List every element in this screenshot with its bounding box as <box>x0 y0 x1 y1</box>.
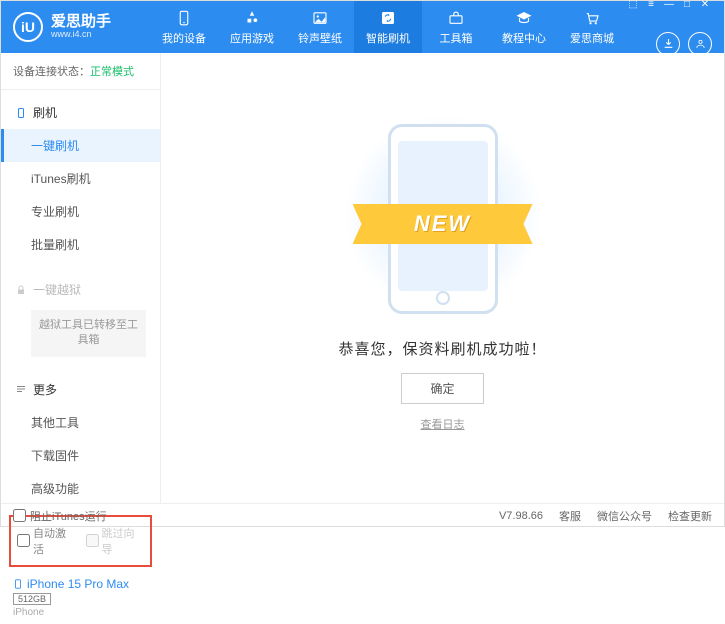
phone-icon <box>13 578 23 590</box>
toolbox-icon <box>446 8 466 28</box>
sidebar: 设备连接状态：正常模式 刷机 一键刷机 iTunes刷机 专业刷机 批量刷机 一… <box>1 53 161 503</box>
skip-guide-checkbox[interactable]: 跳过向导 <box>86 525 145 557</box>
sidebar-item-itunes[interactable]: iTunes刷机 <box>1 162 160 195</box>
new-ribbon: NEW <box>353 204 533 244</box>
nav-label: 工具箱 <box>440 30 473 46</box>
checkbox-label: 跳过向导 <box>102 525 145 557</box>
graduation-icon <box>514 8 534 28</box>
theme-icon[interactable]: ⬚ <box>626 0 640 10</box>
success-graphic: NEW <box>373 124 513 324</box>
sidebar-flash-header[interactable]: 刷机 <box>1 96 160 129</box>
device-name: iPhone 15 Pro Max <box>13 577 148 591</box>
nav-smart-flash[interactable]: 智能刷机 <box>354 1 422 53</box>
nav-toolbox[interactable]: 工具箱 <box>422 1 490 53</box>
nav-label: 铃声壁纸 <box>298 30 342 46</box>
refresh-icon <box>378 8 398 28</box>
close-button[interactable]: ✕ <box>698 0 712 10</box>
device-info[interactable]: iPhone 15 Pro Max 512GB iPhone <box>1 571 160 624</box>
nav-apps[interactable]: 应用游戏 <box>218 1 286 53</box>
sidebar-header-label: 更多 <box>33 381 57 398</box>
apps-icon <box>242 8 262 28</box>
sidebar-item-batch[interactable]: 批量刷机 <box>1 228 160 261</box>
footer-update-link[interactable]: 检查更新 <box>668 508 712 524</box>
block-itunes-checkbox[interactable]: 阻止iTunes运行 <box>13 508 107 524</box>
nav-ringtones[interactable]: 铃声壁纸 <box>286 1 354 53</box>
app-url: www.i4.cn <box>51 30 111 40</box>
checkbox-label: 自动激活 <box>33 525 76 557</box>
logo-area: iU 爱思助手 www.i4.cn <box>13 12 150 42</box>
status-label: 设备连接状态： <box>13 66 90 78</box>
sidebar-header-label: 一键越狱 <box>33 281 81 298</box>
sidebar-header-label: 刷机 <box>33 104 57 121</box>
device-type: iPhone <box>13 607 148 618</box>
sidebar-item-download[interactable]: 下载固件 <box>1 439 160 472</box>
ok-button[interactable]: 确定 <box>401 373 483 404</box>
sidebar-jailbreak-header: 一键越狱 <box>1 273 160 306</box>
cart-icon <box>582 8 602 28</box>
nav-store[interactable]: 爱思商城 <box>558 1 626 53</box>
sidebar-item-advanced[interactable]: 高级功能 <box>1 472 160 505</box>
sidebar-item-pro[interactable]: 专业刷机 <box>1 195 160 228</box>
view-log-link[interactable]: 查看日志 <box>421 416 465 432</box>
flash-icon <box>15 107 27 119</box>
nav-label: 爱思商城 <box>570 30 614 46</box>
auto-activate-checkbox[interactable]: 自动激活 <box>17 525 76 557</box>
maximize-button[interactable]: □ <box>680 0 694 10</box>
more-icon <box>15 383 27 395</box>
success-message: 恭喜您，保资料刷机成功啦！ <box>338 338 546 359</box>
top-nav: 我的设备 应用游戏 铃声壁纸 智能刷机 工具箱 教程中心 爱思商城 <box>150 1 626 53</box>
user-button[interactable] <box>688 32 712 56</box>
main-content: NEW 恭喜您，保资料刷机成功啦！ 确定 查看日志 <box>161 53 724 503</box>
nav-tutorials[interactable]: 教程中心 <box>490 1 558 53</box>
app-name: 爱思助手 <box>51 14 111 31</box>
nav-label: 智能刷机 <box>366 30 410 46</box>
logo-icon: iU <box>13 12 43 42</box>
phone-icon <box>174 8 194 28</box>
sidebar-more-header[interactable]: 更多 <box>1 373 160 406</box>
lock-icon <box>15 284 27 296</box>
sidebar-item-oneclick[interactable]: 一键刷机 <box>1 129 160 162</box>
download-button[interactable] <box>656 32 680 56</box>
checkbox-label: 阻止iTunes运行 <box>30 508 107 524</box>
nav-my-device[interactable]: 我的设备 <box>150 1 218 53</box>
picture-icon <box>310 8 330 28</box>
nav-label: 教程中心 <box>502 30 546 46</box>
menu-icon[interactable]: ≡ <box>644 0 658 10</box>
minimize-button[interactable]: — <box>662 0 676 10</box>
storage-badge: 512GB <box>13 593 51 605</box>
nav-label: 应用游戏 <box>230 30 274 46</box>
version-text: V7.98.66 <box>499 510 543 522</box>
footer-support-link[interactable]: 客服 <box>559 508 581 524</box>
connection-status: 设备连接状态：正常模式 <box>1 53 160 90</box>
nav-label: 我的设备 <box>162 30 206 46</box>
sidebar-item-other[interactable]: 其他工具 <box>1 406 160 439</box>
jailbreak-note: 越狱工具已转移至工具箱 <box>31 310 146 357</box>
titlebar: iU 爱思助手 www.i4.cn 我的设备 应用游戏 铃声壁纸 智能刷机 工具… <box>1 1 724 53</box>
status-value: 正常模式 <box>90 66 134 78</box>
footer-wechat-link[interactable]: 微信公众号 <box>597 508 652 524</box>
